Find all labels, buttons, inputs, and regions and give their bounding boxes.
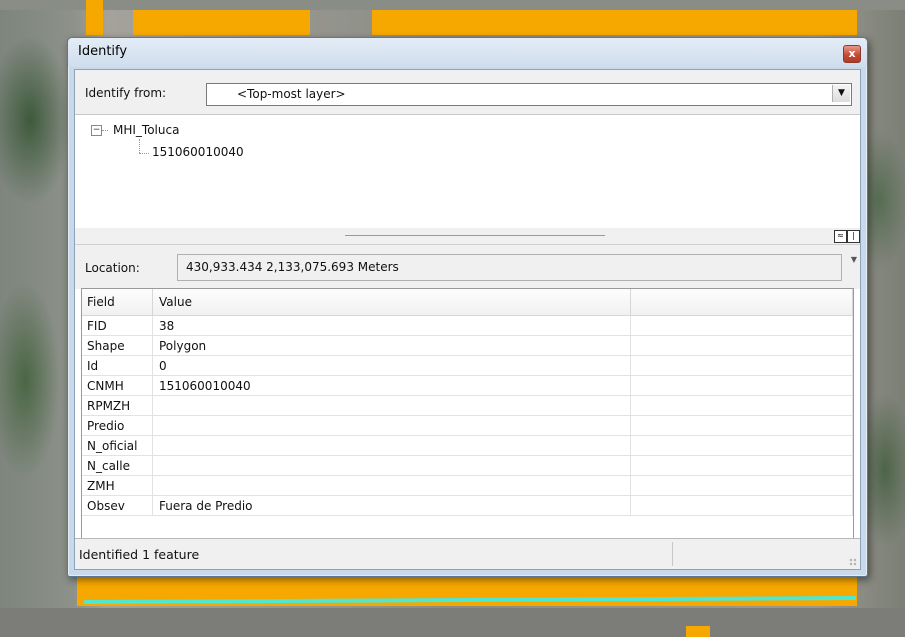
identify-from-row: Identify from: <Top-most layer> ▼: [75, 70, 860, 114]
location-field: 430,933.434 2,133,075.693 Meters: [177, 254, 842, 281]
field-cell: ZMH: [82, 475, 153, 496]
field-cell: FID: [82, 315, 153, 336]
status-text: Identified 1 feature: [79, 547, 200, 562]
empty-cell: [630, 355, 853, 376]
tree-connector-vertical: [139, 139, 140, 153]
empty-cell: [630, 395, 853, 416]
table-row[interactable]: FID 38: [82, 315, 853, 336]
map-buildings-top: [0, 0, 905, 10]
highlight-polygon-top-right: [372, 10, 857, 35]
table-row[interactable]: Shape Polygon: [82, 335, 853, 356]
value-cell: [152, 475, 631, 496]
empty-cell: [630, 495, 853, 516]
tree-connector-horizontal: [139, 153, 149, 154]
value-cell: [152, 395, 631, 416]
highlight-polygon-top-left: [86, 0, 103, 35]
value-cell: [152, 435, 631, 456]
table-row[interactable]: Id 0: [82, 355, 853, 376]
empty-cell: [630, 455, 853, 476]
splitter-grip: [345, 235, 605, 236]
empty-cell: [630, 415, 853, 436]
identify-panel: Identify from: <Top-most layer> ▼ − MHI_…: [74, 69, 861, 570]
field-cell: Obsev: [82, 495, 153, 516]
status-bar: Identified 1 feature: [75, 538, 860, 569]
empty-cell: [630, 435, 853, 456]
resize-grip-icon[interactable]: [849, 558, 857, 566]
field-cell: Predio: [82, 415, 153, 436]
chevron-down-icon[interactable]: ▼: [832, 85, 850, 102]
tree-connector: [102, 130, 108, 131]
table-row[interactable]: N_oficial: [82, 435, 853, 456]
table-header-row: Field Value: [82, 289, 853, 316]
collapse-up-icon[interactable]: ≈: [834, 230, 847, 243]
value-cell: Polygon: [152, 335, 631, 356]
empty-cell: [630, 375, 853, 396]
location-label: Location:: [85, 261, 140, 275]
identify-from-value: <Top-most layer>: [237, 87, 346, 101]
collapse-icon[interactable]: −: [91, 125, 102, 136]
value-cell: Fuera de Predio: [152, 495, 631, 516]
table-row[interactable]: CNMH 151060010040: [82, 375, 853, 396]
status-divider: [672, 542, 673, 566]
table-row[interactable]: RPMZH: [82, 395, 853, 416]
table-row[interactable]: ZMH: [82, 475, 853, 496]
results-tree[interactable]: − MHI_Toluca 151060010040: [75, 114, 860, 229]
table-row[interactable]: N_calle: [82, 455, 853, 476]
location-menu-icon[interactable]: ▼: [851, 255, 857, 264]
tree-feature-node[interactable]: 151060010040: [152, 145, 244, 159]
field-cell: N_calle: [82, 455, 153, 476]
field-cell: RPMZH: [82, 395, 153, 416]
field-cell: CNMH: [82, 375, 153, 396]
value-cell: [152, 415, 631, 436]
highlight-polygon-top-middle: [133, 10, 310, 35]
value-cell: [152, 455, 631, 476]
column-header-extra: [630, 289, 853, 316]
empty-cell: [630, 475, 853, 496]
table-row[interactable]: Obsev Fuera de Predio: [82, 495, 853, 516]
empty-cell: [630, 335, 853, 356]
close-icon: x: [848, 47, 856, 60]
window-title: Identify: [78, 44, 128, 59]
attribute-table[interactable]: Field Value FID 38 Shape Polygon Id 0 CN…: [81, 288, 854, 568]
column-header-field[interactable]: Field: [82, 289, 153, 316]
location-row: Location: 430,933.434 2,133,075.693 Mete…: [75, 244, 860, 289]
value-cell: 151060010040: [152, 375, 631, 396]
highlight-polygon-bottom-small: [686, 626, 710, 637]
tree-layer-node[interactable]: MHI_Toluca: [113, 123, 179, 137]
column-header-value[interactable]: Value: [152, 289, 631, 316]
field-cell: Shape: [82, 335, 153, 356]
close-button[interactable]: x: [843, 45, 861, 63]
field-cell: N_oficial: [82, 435, 153, 456]
value-cell: 0: [152, 355, 631, 376]
title-bar[interactable]: Identify x: [68, 38, 867, 67]
table-row[interactable]: Predio: [82, 415, 853, 436]
location-value: 430,933.434 2,133,075.693 Meters: [186, 260, 399, 274]
map-buildings-bottom: [0, 608, 905, 637]
value-cell: 38: [152, 315, 631, 336]
empty-cell: [630, 315, 853, 336]
identify-from-dropdown[interactable]: <Top-most layer> ▼: [206, 83, 852, 106]
identify-dialog[interactable]: Identify x Identify from: <Top-most laye…: [67, 37, 868, 577]
pane-splitter[interactable]: ≈ |: [75, 228, 860, 244]
pane-toggle-icon[interactable]: |: [847, 230, 860, 243]
field-cell: Id: [82, 355, 153, 376]
identify-from-label: Identify from:: [85, 86, 167, 100]
